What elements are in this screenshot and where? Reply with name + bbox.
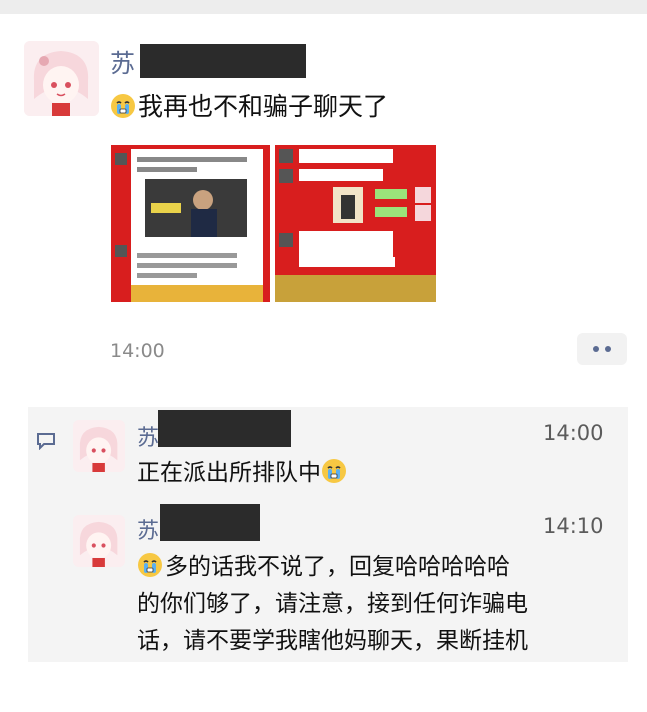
comment-2-avatar[interactable]	[73, 515, 125, 567]
comment-icon	[37, 433, 55, 450]
comment-2-time: 14:10	[543, 514, 604, 538]
avatar-illustration	[73, 515, 125, 567]
post-image-1[interactable]	[111, 145, 270, 302]
more-dots-icon[interactable]	[577, 333, 627, 365]
chat-screenshot-1	[111, 145, 270, 302]
name-redaction	[158, 410, 291, 447]
chat-screenshot-2	[275, 145, 436, 302]
post-text-content: 我再也不和骗子聊天了	[138, 92, 389, 121]
crying-face-icon	[138, 553, 162, 577]
comment-2-line-3: 话，请不要学我瞎他妈聊天，果断挂机	[137, 628, 528, 654]
post-timestamp: 14:00	[110, 340, 165, 362]
comment-1-time: 14:00	[543, 421, 604, 445]
comment-1-text: 正在派出所排队中	[137, 455, 349, 491]
avatar-illustration	[73, 420, 125, 472]
crying-face-icon	[322, 459, 346, 483]
comment-1-content: 正在派出所排队中	[137, 460, 321, 486]
comment-1-avatar[interactable]	[73, 420, 125, 472]
comment-1-author[interactable]: 苏	[137, 420, 159, 452]
comment-2-line-2: 的你们够了，请注意，接到任何诈骗电	[137, 591, 528, 617]
comment-2-line-1-text: 多的话我不说了，回复哈哈哈哈哈	[165, 554, 510, 580]
name-redaction	[160, 504, 260, 541]
top-bar	[0, 0, 647, 14]
post-author-name[interactable]: 苏	[110, 44, 135, 80]
avatar-illustration	[24, 41, 99, 116]
comment-2-line-1: 多的话我不说了，回复哈哈哈哈哈	[137, 549, 510, 585]
post-image-2[interactable]	[275, 145, 436, 302]
post-text: 我再也不和骗子聊天了	[110, 89, 388, 125]
crying-face-icon	[111, 94, 135, 118]
name-redaction	[140, 44, 306, 78]
comment-2-author[interactable]: 苏	[137, 513, 159, 545]
post-author-avatar[interactable]	[24, 41, 99, 116]
